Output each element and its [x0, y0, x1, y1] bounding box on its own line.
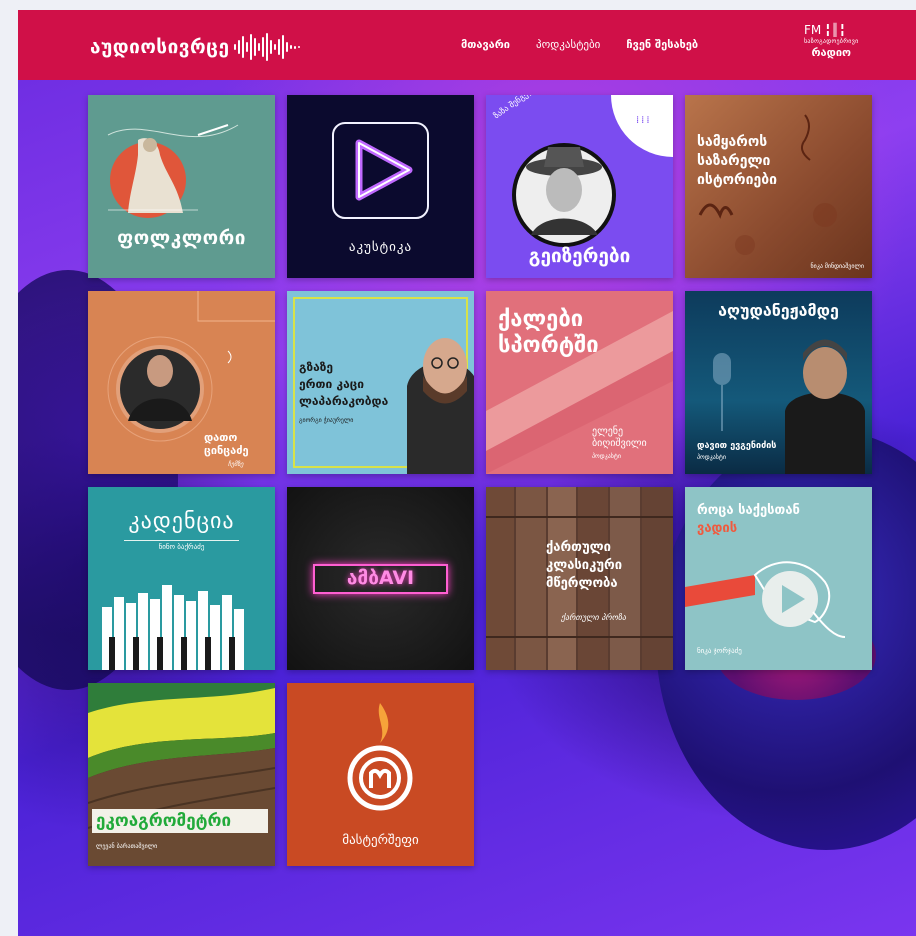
site-logo[interactable]: აუდიოსივრცე [90, 32, 302, 62]
radio-fm-label: FM [804, 23, 822, 37]
radio-small-label: საზოგადოებრივი [804, 38, 859, 45]
card-title-line: მწერლობა [546, 576, 618, 591]
logo-text: აუდიოსივრცე [90, 36, 230, 58]
page-background: აუდიოსივრცე მთავარი პოდკასტები ჩვენ შესა… [18, 10, 916, 936]
card-title: გეიზერები [528, 245, 631, 267]
card-title-line: სპორტში [498, 333, 599, 358]
card-title-line: ისტორიები [697, 172, 778, 188]
radio-bars-icon: ╏║╏ [824, 23, 846, 37]
card-author: ლევან ბარათაშვილი [96, 843, 158, 850]
podcast-card-mastershefi[interactable]: მასტერშეფი [287, 683, 474, 866]
card-author: დავით ევგენიძის [697, 441, 777, 451]
nav-about-link[interactable]: ჩვენ შესახებ [626, 38, 698, 51]
card-title-line: ქალები [498, 307, 584, 332]
card-title: ფოლკლორი [117, 227, 246, 249]
soundwave-icon [233, 32, 302, 62]
card-title: როცა საქესთან [697, 503, 800, 518]
card-tag: პოდკასტი [697, 454, 726, 461]
podcast-card-dato[interactable]: დათო ცინცაძე ჩემზე [88, 291, 275, 474]
top-navigation-bar: აუდიოსივრცე მთავარი პოდკასტები ჩვენ შესა… [18, 10, 916, 80]
card-title-line: ლაპარაკობდა [299, 394, 389, 408]
card-title-line: ცინცაძე [204, 444, 249, 457]
podcast-card-istoriebi[interactable]: სამყაროს საზარელი ისტორიები ნიკა მინდიაშ… [685, 95, 872, 278]
podcast-card-kadencia[interactable]: კადენცია ნინო ბაქრაძე [88, 487, 275, 670]
podcast-card-kalebi-sportshi[interactable]: ქალები სპორტში ელენე ბიღიშვილი პოდკასტი [486, 291, 673, 474]
card-title-accent: ვადის [697, 521, 738, 536]
card-title-line: დათო [204, 431, 238, 444]
card-title-line: სამყაროს [697, 134, 768, 150]
podcast-grid: ფოლკლორი აკუსტიკა ⁞⁞⁞ ზაზა შენგელია გეიზ… [88, 95, 872, 866]
nav-home-link[interactable]: მთავარი [461, 38, 510, 51]
podcast-card-ekoagrometri[interactable]: ეკოაგრომეტრი ლევან ბარათაშვილი [88, 683, 275, 866]
radio-big-label: რადიო [811, 46, 851, 59]
podcast-card-klasika[interactable]: ქართული კლასიკური მწერლობა ქართული პროზა [486, 487, 673, 670]
card-title: აღუდანეჟამდე [718, 301, 839, 320]
field-landscape-photo [88, 683, 275, 866]
folklore-illustration [107, 124, 239, 218]
podcast-card-audi[interactable]: აღუდანეჟამდე დავით ევგენიძის პოდკასტი [685, 291, 872, 474]
podcast-card-laparakobda[interactable]: გზაზე ერთი კაცი ლაპარაკობდა გიორგი ჭიაურ… [287, 291, 474, 474]
card-title-line: ქართული [546, 540, 611, 555]
card-author: ნიკა მინდიაშვილი [810, 263, 864, 270]
card-title-line: გზაზე [299, 360, 333, 374]
main-nav: მთავარი პოდკასტები ჩვენ შესახებ [461, 38, 724, 51]
podcast-card-geizerebi[interactable]: ⁞⁞⁞ ზაზა შენგელია გეიზერები [486, 95, 673, 278]
card-title-line: საზარელი [697, 153, 771, 169]
card-title: ეკოაგრომეტრი [96, 811, 232, 831]
card-script: ჩემზე [228, 461, 244, 468]
card-title: ამბAVI [346, 567, 415, 589]
podcast-card-akustika[interactable]: აკუსტიკა [287, 95, 474, 278]
card-title: აკუსტიკა [348, 240, 413, 255]
piano-keys-bars-illustration [102, 585, 244, 670]
podcast-card-folklore[interactable]: ფოლკლორი [88, 95, 275, 278]
card-tag: პოდკასტი [592, 453, 621, 460]
card-script: ქართული პროზა [561, 613, 627, 622]
card-title-line: ერთი კაცი [299, 377, 364, 391]
card-title: მასტერშეფი [342, 833, 419, 848]
podcast-card-ambavi[interactable]: ამბAVI [287, 487, 474, 670]
card-author-line: ბიღიშვილი [592, 438, 647, 449]
podcast-card-saqsestan[interactable]: როცა საქესთან ვადის ნიკა ჯორჯაძე [685, 487, 872, 670]
card-title-line: კლასიკური [546, 558, 623, 573]
card-author: გიორგი ჭიაურელი [299, 417, 354, 424]
nav-podcasts-link[interactable]: პოდკასტები [536, 38, 600, 51]
card-author-line: ელენე [592, 426, 624, 437]
radio-logo[interactable]: FM ╏║╏ საზოგადოებრივი რადიო [804, 24, 858, 58]
card-author: ნიკა ჯორჯაძე [697, 647, 742, 655]
